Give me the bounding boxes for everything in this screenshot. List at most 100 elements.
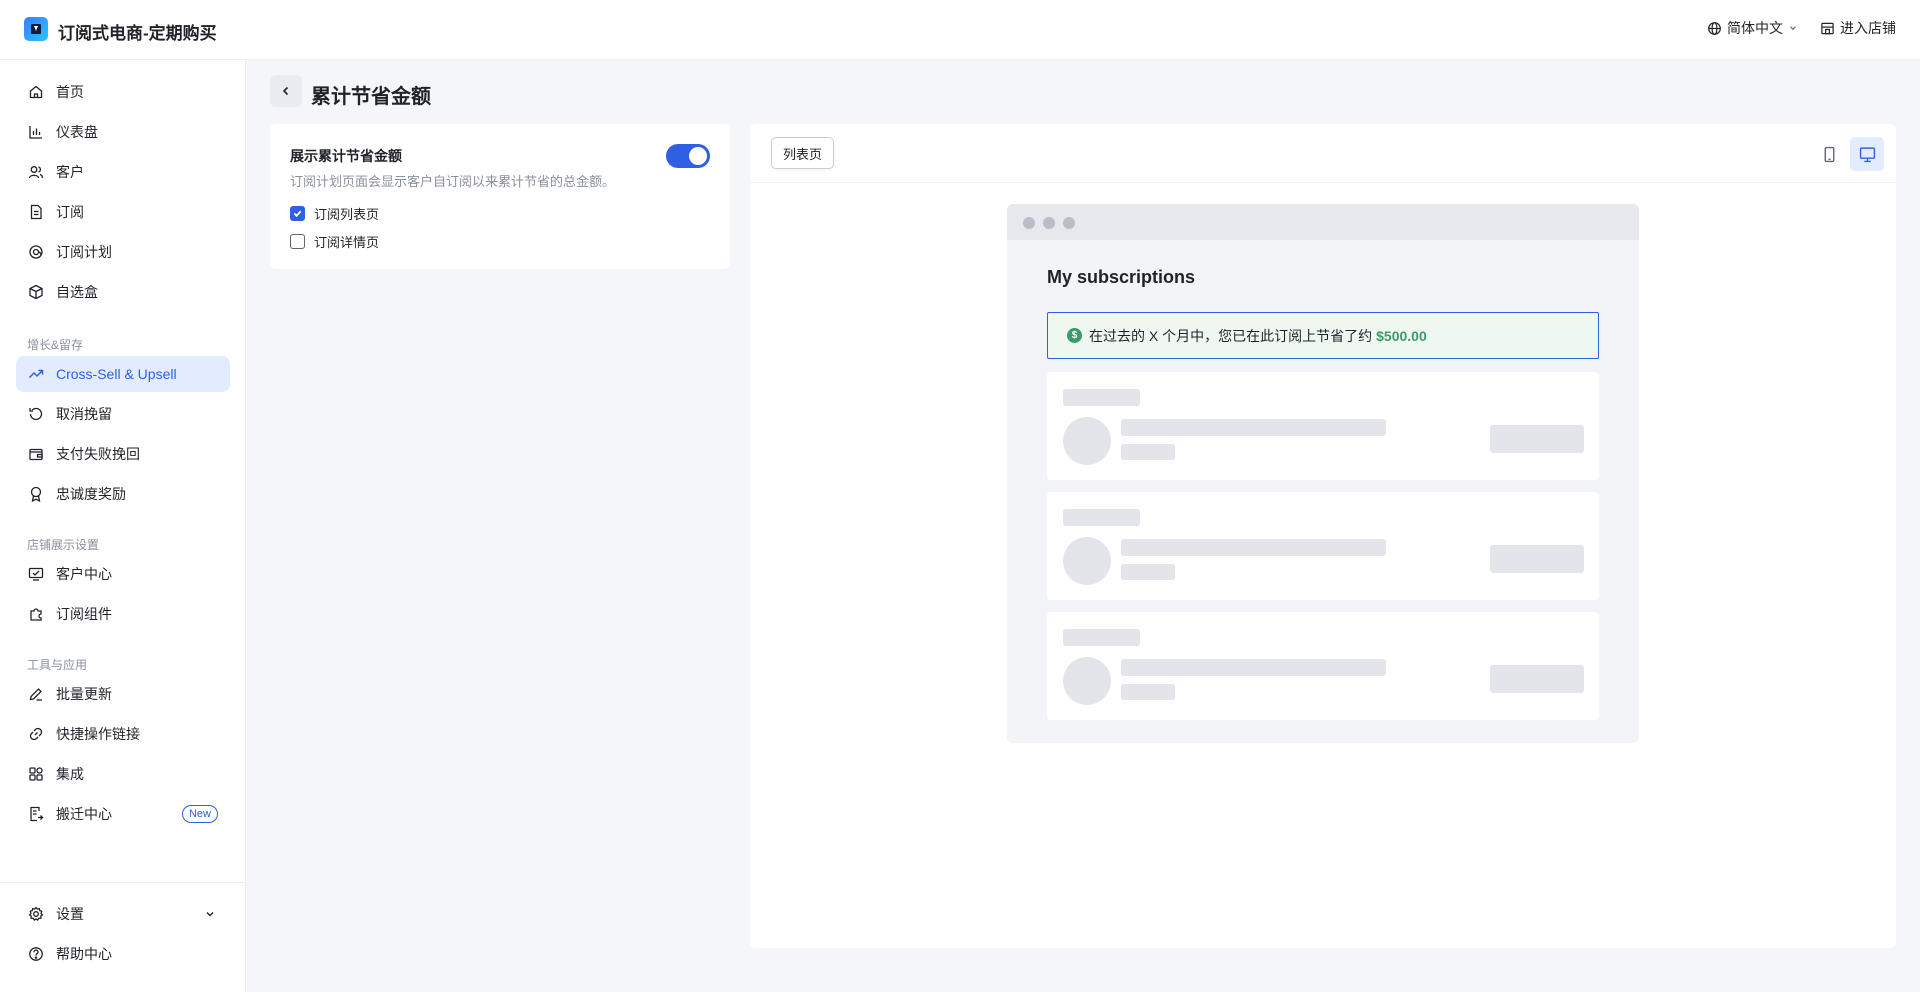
sidebar: 首页 仪表盘 客户 订阅 订阅计划 自选盒 增长&留存 Cross-Sell &… — [0, 60, 246, 992]
skeleton-line — [1121, 539, 1386, 556]
sidebar-item-widget[interactable]: 订阅组件 — [16, 596, 230, 632]
option-detail-page[interactable]: 订阅详情页 — [290, 232, 379, 251]
section-label-growth: 增长&留存 — [27, 338, 84, 352]
toggle-knob — [689, 147, 707, 165]
option-detail-label: 订阅详情页 — [314, 235, 380, 250]
sidebar-item-cancel-retention[interactable]: 取消挽留 — [16, 396, 230, 432]
refresh-icon — [29, 407, 43, 421]
puzzle-icon — [30, 608, 42, 621]
skeleton-button — [1490, 425, 1584, 453]
sidebar-divider — [0, 882, 245, 883]
sidebar-item-cross-sell[interactable]: Cross-Sell & Upsell — [16, 356, 230, 392]
sidebar-item-label: 仪表盘 — [56, 124, 98, 140]
document-icon — [30, 204, 42, 220]
window-dot — [1043, 217, 1055, 229]
sidebar-item-label: 支付失败挽回 — [56, 446, 140, 462]
store-icon — [1821, 22, 1834, 34]
preview-heading: My subscriptions — [1047, 267, 1196, 287]
detail-page-checkbox[interactable] — [290, 234, 305, 249]
browser-preview: My subscriptions $ 在过去的 X 个月中，您已在此订阅上节省了… — [1007, 204, 1639, 743]
sidebar-item-customer-center[interactable]: 客户中心 — [16, 556, 230, 592]
sidebar-item-customers[interactable]: 客户 — [16, 154, 230, 190]
preview-header: 列表页 — [750, 124, 1896, 183]
skeleton-avatar — [1063, 657, 1111, 705]
sidebar-item-label: 帮助中心 — [56, 946, 112, 962]
skeleton-avatar — [1063, 417, 1111, 465]
window-dot — [1023, 217, 1035, 229]
sidebar-item-bulk-update[interactable]: 批量更新 — [16, 676, 230, 712]
desktop-icon — [1859, 146, 1875, 162]
monitor-icon — [28, 567, 44, 581]
sidebar-item-label: 订阅 — [56, 204, 84, 220]
back-button[interactable] — [270, 75, 302, 107]
box-icon — [29, 284, 43, 300]
sidebar-item-dashboard[interactable]: 仪表盘 — [16, 114, 230, 150]
skeleton-title — [1063, 509, 1140, 526]
home-icon — [29, 85, 43, 99]
sidebar-item-plans[interactable]: 订阅计划 — [16, 234, 230, 270]
sidebar-item-label: 取消挽留 — [56, 406, 112, 422]
chevron-down-icon — [1790, 26, 1796, 31]
subscription-skeleton-card — [1047, 492, 1599, 600]
sidebar-item-label: 搬迁中心 — [56, 806, 112, 822]
subscription-skeleton-card — [1047, 372, 1599, 480]
sidebar-item-migration[interactable]: 搬迁中心 New — [16, 796, 230, 832]
sidebar-item-home[interactable]: 首页 — [16, 74, 230, 110]
sidebar-item-label: 自选盒 — [56, 284, 98, 300]
skeleton-avatar — [1063, 537, 1111, 585]
mobile-icon — [1824, 146, 1834, 162]
preview-card: 列表页 My subscriptions $ 在过去的 X 个月中，您已在此订阅… — [750, 124, 1896, 948]
gear-icon — [28, 906, 44, 922]
savings-amount: $500.00 — [1376, 327, 1427, 344]
app-title: 订阅式电商-定期购买 — [58, 24, 217, 43]
option-list-page[interactable]: 订阅列表页 — [290, 204, 379, 223]
migrate-icon — [30, 806, 44, 822]
sidebar-item-label: 首页 — [56, 84, 84, 100]
page-title: 累计节省金额 — [311, 86, 431, 108]
tab-list-page[interactable]: 列表页 — [771, 137, 835, 169]
sidebar-item-label: 客户 — [56, 164, 84, 180]
grid-icon — [29, 767, 43, 781]
app-logo-icon — [24, 17, 48, 41]
enter-store-label: 进入店铺 — [1840, 20, 1896, 36]
top-bar: 订阅式电商-定期购买 简体中文 进入店铺 — [0, 0, 1920, 60]
sidebar-item-label: 快捷操作链接 — [56, 726, 140, 742]
check-icon — [293, 210, 302, 218]
sidebar-item-label: 客户中心 — [56, 566, 112, 582]
sidebar-item-quick-links[interactable]: 快捷操作链接 — [16, 716, 230, 752]
enter-store-button[interactable]: 进入店铺 — [1820, 18, 1896, 38]
browser-bar — [1007, 204, 1639, 240]
banner-text: 在过去的 X 个月中，您已在此订阅上节省了约 — [1089, 327, 1373, 344]
list-page-checkbox[interactable] — [290, 206, 305, 221]
sidebar-item-box[interactable]: 自选盒 — [16, 274, 230, 310]
sidebar-item-subscriptions[interactable]: 订阅 — [16, 194, 230, 230]
sidebar-item-help[interactable]: 帮助中心 — [16, 936, 230, 972]
window-dot — [1063, 217, 1075, 229]
skeleton-line — [1121, 419, 1386, 436]
desktop-view-button[interactable] — [1850, 137, 1884, 171]
skeleton-button — [1490, 545, 1584, 573]
show-savings-toggle[interactable] — [666, 144, 710, 168]
skeleton-title — [1063, 389, 1140, 406]
option-list-label: 订阅列表页 — [314, 207, 380, 222]
chevron-left-icon — [282, 86, 289, 96]
mobile-view-button[interactable] — [1812, 137, 1846, 171]
sidebar-item-integrations[interactable]: 集成 — [16, 756, 230, 792]
setting-title: 展示累计节省金额 — [290, 148, 402, 164]
award-icon — [30, 486, 42, 502]
plan-icon — [29, 245, 43, 259]
setting-description: 订阅计划页面会显示客户自订阅以来累计节省的总金额。 — [290, 174, 616, 189]
sidebar-item-settings[interactable]: 设置 — [16, 896, 230, 932]
sidebar-item-label: 忠诚度奖励 — [56, 486, 126, 502]
users-icon — [28, 166, 44, 179]
sidebar-item-payment-recovery[interactable]: 支付失败挽回 — [16, 436, 230, 472]
sidebar-item-label: 批量更新 — [56, 686, 112, 702]
skeleton-button — [1490, 665, 1584, 693]
section-label-tools: 工具与应用 — [27, 658, 88, 672]
edit-icon — [29, 688, 42, 701]
language-selector[interactable]: 简体中文 — [1707, 18, 1798, 38]
trending-up-icon — [28, 369, 44, 379]
skeleton-line — [1121, 684, 1175, 700]
sidebar-item-loyalty[interactable]: 忠诚度奖励 — [16, 476, 230, 512]
bar-chart-icon — [29, 126, 42, 139]
